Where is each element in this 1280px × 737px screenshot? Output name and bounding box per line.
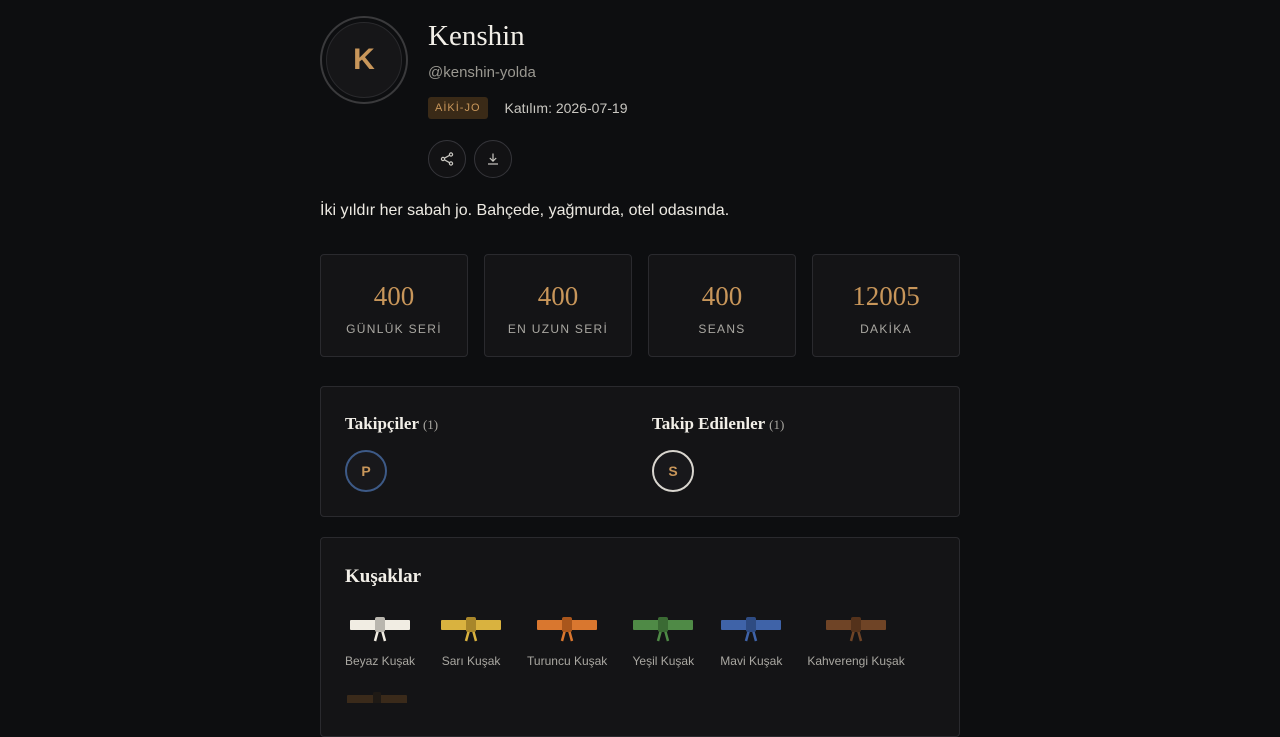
stat-value: 400 bbox=[537, 281, 579, 311]
belt-item: Kahverengi Kuşak bbox=[807, 616, 905, 668]
avatar-initial: K bbox=[326, 22, 402, 98]
profile-meta: AİKİ-JO Katılım: 2026-07-19 bbox=[428, 97, 627, 119]
belt-list: Beyaz Kuşak Sarı Kuşak Turuncu Kuşak Yeşil … bbox=[345, 616, 929, 668]
stat-label: GÜNLÜK SERİ bbox=[346, 322, 442, 336]
stat-value: 12005 bbox=[852, 281, 920, 311]
belt-label: Yeşil Kuşak bbox=[632, 654, 695, 668]
belt-icon bbox=[633, 617, 694, 642]
belt-label: Mavi Kuşak bbox=[720, 654, 783, 668]
stat-card: 400 GÜNLÜK SERİ bbox=[320, 254, 468, 357]
download-icon bbox=[488, 153, 498, 165]
avatar: K bbox=[320, 16, 408, 104]
following-title: Takip Edilenler (1) bbox=[652, 414, 784, 434]
follows-card: Takipçiler (1) P Takip Edilenler (1) S bbox=[320, 386, 960, 517]
belt-icon bbox=[721, 617, 782, 642]
followers-section: Takipçiler (1) P bbox=[345, 414, 438, 492]
share-icon bbox=[440, 152, 454, 166]
belt-label: Beyaz Kuşak bbox=[345, 654, 416, 668]
belt-item: Beyaz Kuşak bbox=[345, 616, 415, 668]
download-button[interactable] bbox=[474, 140, 512, 178]
belt-partial bbox=[345, 689, 409, 708]
belt-icon bbox=[537, 617, 598, 642]
stat-label: SEANS bbox=[698, 322, 746, 336]
belt-label: Kahverengi Kuşak bbox=[807, 654, 905, 668]
stat-value: 400 bbox=[701, 281, 743, 311]
joined-date: Katılım: 2026-07-19 bbox=[504, 100, 628, 116]
stat-label: EN UZUN SERİ bbox=[507, 322, 609, 336]
style-badge: AİKİ-JO bbox=[428, 97, 488, 119]
followers-label: Takipçiler bbox=[345, 414, 419, 433]
following-section: Takip Edilenler (1) S bbox=[652, 414, 784, 492]
belt-icon bbox=[441, 617, 502, 642]
following-count: (1) bbox=[769, 417, 785, 432]
following-avatar[interactable]: S bbox=[652, 450, 694, 492]
followers-count: (1) bbox=[422, 417, 439, 432]
belt-item: Mavi Kuşak bbox=[719, 616, 783, 668]
belt-icon bbox=[350, 617, 411, 642]
stat-card: 400 SEANS bbox=[648, 254, 796, 357]
profile-name: Kenshin bbox=[428, 20, 525, 52]
belt-item: Sarı Kuşak bbox=[439, 616, 503, 668]
profile-header: K Kenshin @kenshin-yolda AİKİ-JO Katılım… bbox=[320, 0, 960, 190]
belt-icon bbox=[347, 692, 407, 705]
profile-handle: @kenshin-yolda bbox=[428, 64, 536, 81]
following-label: Takip Edilenler bbox=[652, 414, 765, 433]
profile-page: K Kenshin @kenshin-yolda AİKİ-JO Katılım… bbox=[320, 0, 960, 737]
belt-item: Yeşil Kuşak bbox=[631, 616, 695, 668]
profile-bio: İki yıldır her sabah jo. Bahçede, yağmur… bbox=[320, 202, 730, 219]
belt-label: Sarı Kuşak bbox=[441, 654, 501, 668]
belt-item: Turuncu Kuşak bbox=[527, 616, 607, 668]
stat-card: 400 EN UZUN SERİ bbox=[484, 254, 632, 357]
follower-avatar[interactable]: P bbox=[345, 450, 387, 492]
profile-actions bbox=[428, 140, 512, 178]
belt-icon bbox=[826, 617, 887, 642]
stat-value: 400 bbox=[373, 281, 415, 311]
share-button[interactable] bbox=[428, 140, 466, 178]
stats-row: 400 GÜNLÜK SERİ 400 EN UZUN SERİ 400 SEA… bbox=[320, 254, 960, 357]
belts-card: Kuşaklar Beyaz Kuşak Sarı Kuşak Turuncu Ku… bbox=[320, 537, 960, 737]
belt-label: Turuncu Kuşak bbox=[527, 654, 608, 668]
stat-label: DAKİKA bbox=[860, 322, 912, 336]
belts-title: Kuşaklar bbox=[345, 566, 422, 587]
stat-card: 12005 DAKİKA bbox=[812, 254, 960, 357]
followers-title: Takipçiler (1) bbox=[345, 414, 438, 434]
